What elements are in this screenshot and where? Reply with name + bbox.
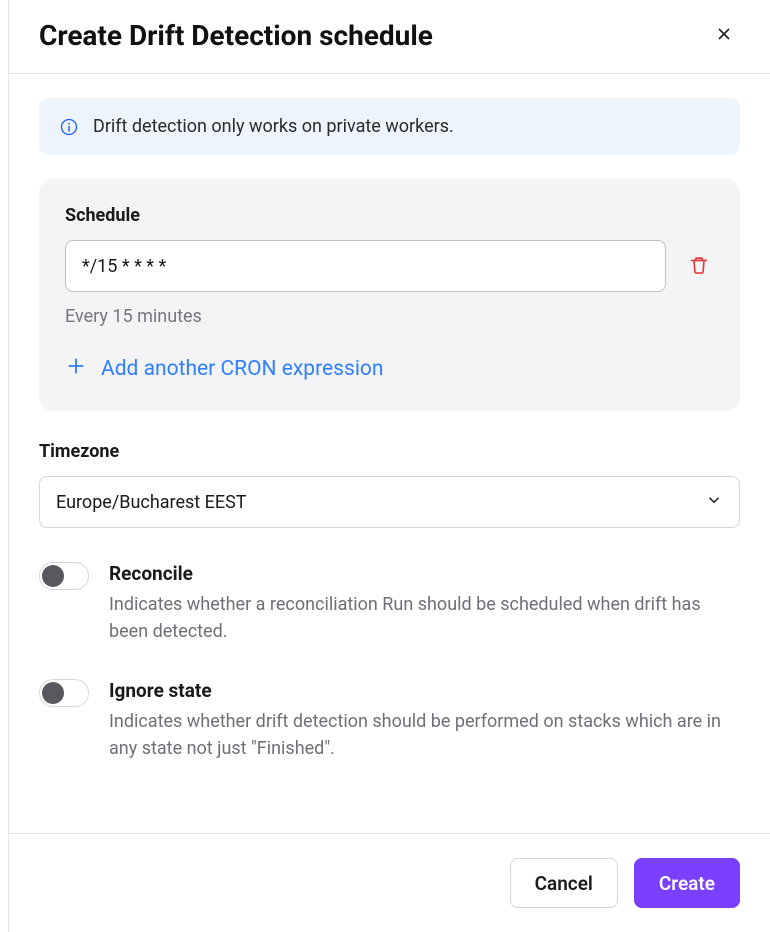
- add-cron-button[interactable]: Add another CRON expression: [65, 355, 384, 383]
- modal-title: Create Drift Detection schedule: [39, 19, 433, 52]
- chevron-down-icon: [705, 491, 723, 514]
- info-icon: [59, 117, 79, 137]
- modal-body: Drift detection only works on private wo…: [9, 74, 770, 833]
- info-text: Drift detection only works on private wo…: [93, 116, 454, 137]
- close-icon: [714, 24, 734, 47]
- timezone-selected-value: Europe/Bucharest EEST: [56, 492, 247, 513]
- ignore-state-section: Ignore state Indicates whether drift det…: [39, 679, 740, 762]
- timezone-dropdown[interactable]: Europe/Bucharest EEST: [39, 476, 740, 528]
- ignore-state-content: Ignore state Indicates whether drift det…: [109, 679, 740, 762]
- cancel-button[interactable]: Cancel: [510, 858, 618, 908]
- delete-cron-button[interactable]: [684, 250, 714, 283]
- plus-icon: [65, 355, 87, 383]
- schedule-label: Schedule: [65, 205, 714, 226]
- modal-footer: Cancel Create: [9, 833, 770, 932]
- schedule-card: Schedule Every 15 minutes: [39, 179, 740, 411]
- reconcile-toggle[interactable]: [39, 562, 89, 590]
- ignore-state-title: Ignore state: [109, 679, 740, 702]
- modal-header: Create Drift Detection schedule: [9, 0, 770, 74]
- add-cron-label: Add another CRON expression: [101, 357, 384, 381]
- close-button[interactable]: [708, 18, 740, 53]
- toggle-knob: [42, 565, 64, 587]
- create-button[interactable]: Create: [634, 858, 740, 908]
- info-banner: Drift detection only works on private wo…: [39, 98, 740, 155]
- reconcile-content: Reconcile Indicates whether a reconcilia…: [109, 562, 740, 645]
- timezone-select: Europe/Bucharest EEST: [39, 476, 740, 528]
- timezone-label: Timezone: [39, 441, 740, 462]
- trash-icon: [688, 254, 710, 279]
- reconcile-title: Reconcile: [109, 562, 740, 585]
- reconcile-description: Indicates whether a reconciliation Run s…: [109, 591, 740, 645]
- ignore-state-toggle[interactable]: [39, 679, 89, 707]
- cron-hint: Every 15 minutes: [65, 306, 714, 327]
- reconcile-section: Reconcile Indicates whether a reconcilia…: [39, 562, 740, 645]
- ignore-state-description: Indicates whether drift detection should…: [109, 708, 740, 762]
- toggle-knob: [42, 682, 64, 704]
- cron-input[interactable]: [65, 240, 666, 292]
- create-drift-detection-modal: Create Drift Detection schedule Drift de…: [8, 0, 770, 932]
- cron-row: [65, 240, 714, 292]
